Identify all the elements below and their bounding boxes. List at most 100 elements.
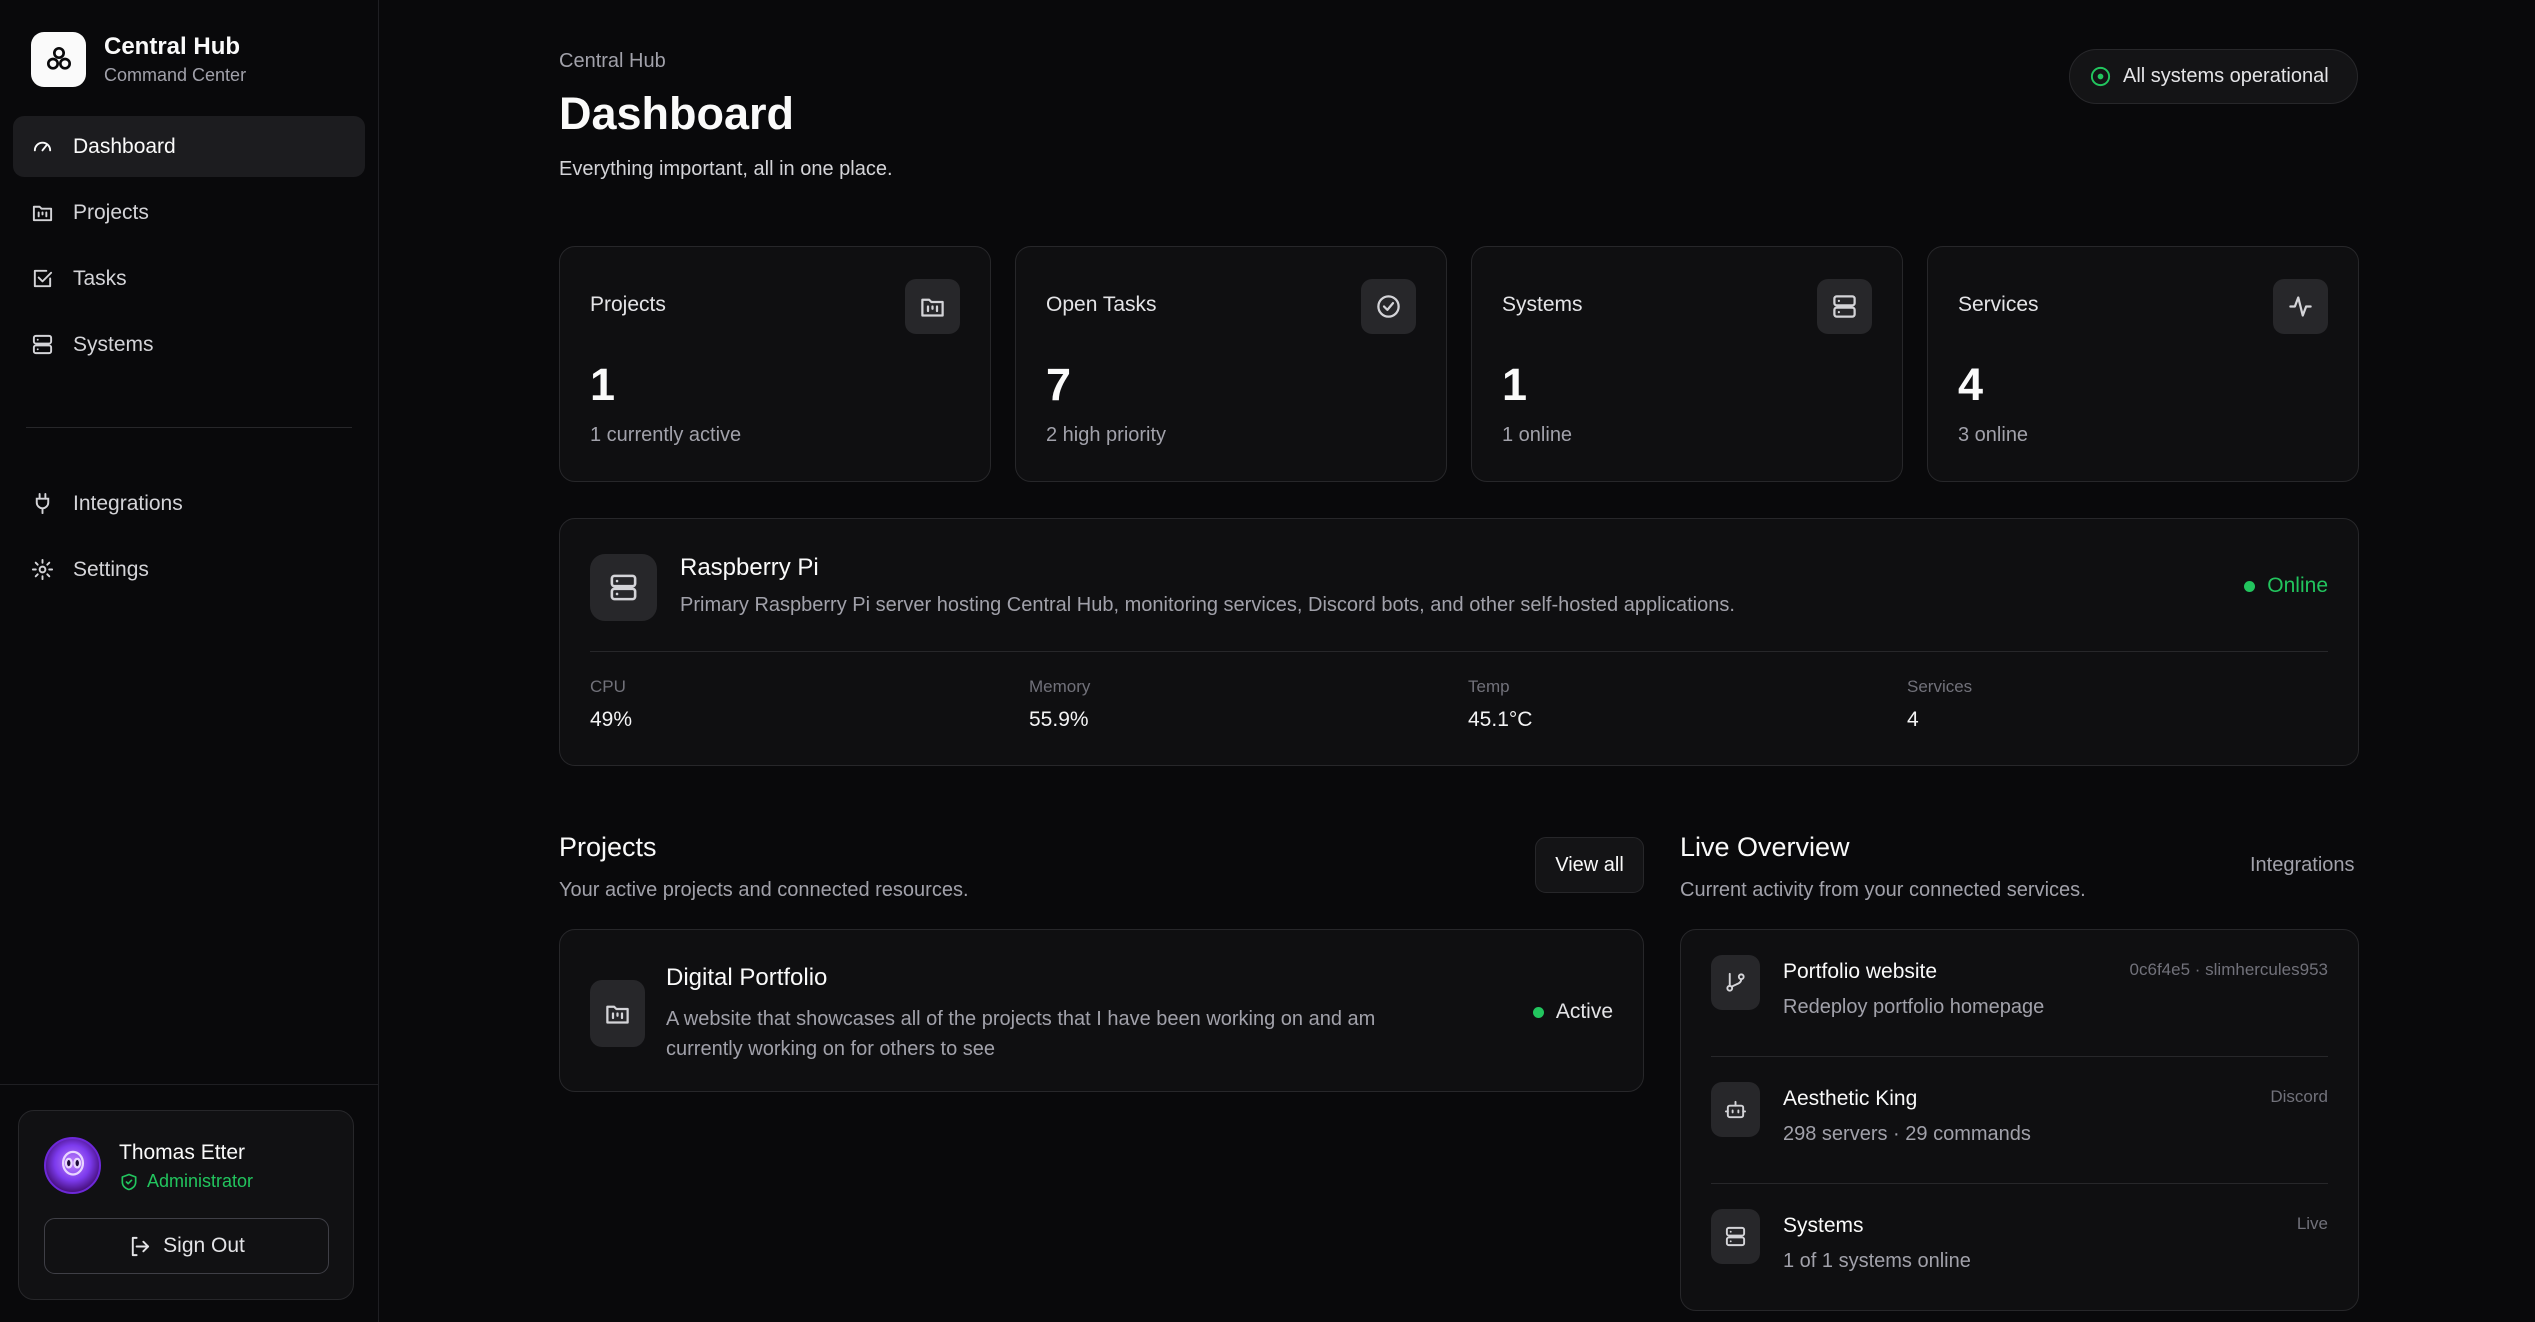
server-icon — [1711, 1209, 1760, 1264]
live-item-description: Redeploy portfolio homepage — [1783, 996, 2045, 1018]
sidebar-item-label: Tasks — [73, 266, 127, 290]
live-overview-title: Live Overview — [1680, 832, 1850, 862]
nav-divider — [26, 427, 352, 428]
live-item-description: 298 servers · 29 commands — [1783, 1123, 2031, 1145]
brand-logo-icon — [31, 31, 86, 87]
stat-card-systems[interactable]: Systems 1 1 online — [1471, 246, 1903, 482]
main-content: Central Hub Dashboard Everything importa… — [379, 0, 2535, 1322]
metric-label: Memory — [1029, 677, 1091, 696]
metric-value: 45.1°C — [1468, 708, 1533, 731]
system-title: Raspberry Pi — [680, 554, 819, 581]
user-role-label: Administrator — [147, 1171, 254, 1191]
activity-icon — [2273, 279, 2328, 334]
status-circle-icon — [2090, 66, 2111, 87]
system-status-badge[interactable]: All systems operational — [2069, 49, 2358, 104]
stat-label: Services — [1958, 293, 2039, 316]
gauge-icon — [33, 141, 52, 152]
metric-cpu: CPU 49% — [590, 677, 632, 732]
view-all-button[interactable]: View all — [1535, 837, 1644, 893]
stat-sub: 3 online — [1958, 424, 2029, 446]
projects-section-title: Projects — [559, 832, 657, 862]
sidebar-item-label: Dashboard — [73, 134, 176, 158]
status-dot-icon — [2244, 580, 2256, 592]
sign-out-button[interactable]: Sign Out — [44, 1218, 329, 1274]
folder-kanban-icon — [905, 279, 960, 334]
stat-value: 7 — [1046, 359, 1072, 410]
sidebar-item-systems[interactable]: Systems — [13, 314, 365, 375]
live-item-meta: Discord — [2270, 1087, 2328, 1106]
log-out-icon — [131, 1236, 150, 1256]
system-card-raspberry-pi[interactable]: Raspberry Pi Primary Raspberry Pi server… — [559, 518, 2359, 766]
system-description: Primary Raspberry Pi server hosting Cent… — [680, 594, 1735, 616]
stat-card-projects[interactable]: Projects 1 1 currently active — [559, 246, 991, 482]
projects-section-subtitle: Your active projects and connected resou… — [559, 879, 969, 901]
brand[interactable]: Central Hub Command Center — [0, 0, 378, 87]
sidebar-item-tasks[interactable]: Tasks — [13, 248, 365, 309]
metric-label: Temp — [1468, 677, 1510, 696]
live-item-aesthetic-king[interactable]: Aesthetic King 298 servers · 29 commands… — [1711, 1057, 2328, 1157]
server-icon — [32, 334, 53, 355]
live-item-description: 1 of 1 systems online — [1783, 1250, 1971, 1272]
metric-label: Services — [1907, 677, 1973, 696]
live-item-systems[interactable]: Systems 1 of 1 systems online Live — [1711, 1184, 2328, 1284]
server-icon — [590, 554, 657, 621]
integrations-link[interactable]: Integrations — [2250, 854, 2355, 877]
sidebar-item-label: Settings — [73, 557, 149, 581]
breadcrumb[interactable]: Central Hub — [559, 50, 666, 73]
bot-icon — [1711, 1082, 1760, 1137]
gear-icon — [31, 558, 54, 581]
sidebar-nav: Dashboard Projects Tasks Systems Integra… — [0, 116, 378, 600]
live-item-title: Aesthetic King — [1783, 1087, 1918, 1110]
stat-sub: 1 currently active — [590, 424, 742, 446]
status-badge: Active — [1532, 1000, 1613, 1024]
metric-value: 49% — [590, 708, 633, 731]
stat-label: Systems — [1502, 293, 1583, 316]
metric-value: 4 — [1907, 708, 1919, 731]
stat-card-open-tasks[interactable]: Open Tasks 7 2 high priority — [1015, 246, 1447, 482]
folder-kanban-icon — [32, 205, 53, 222]
stat-value: 4 — [1958, 359, 1984, 410]
sidebar-item-dashboard[interactable]: Dashboard — [13, 116, 365, 177]
page-title: Dashboard — [559, 88, 795, 139]
sidebar-item-label: Systems — [73, 332, 154, 356]
system-status-label: All systems operational — [2123, 65, 2329, 87]
square-check-icon — [33, 269, 53, 288]
metric-memory: Memory 55.9% — [1029, 677, 1090, 732]
plug-icon — [35, 492, 50, 515]
project-card-digital-portfolio[interactable]: Digital Portfolio A website that showcas… — [559, 929, 1644, 1092]
shield-check-icon — [121, 1173, 137, 1190]
live-item-title: Portfolio website — [1783, 960, 1938, 983]
status-label: Active — [1555, 1000, 1613, 1023]
folder-kanban-icon — [590, 980, 645, 1047]
page-subtitle: Everything important, all in one place. — [559, 158, 893, 180]
stat-value: 1 — [590, 359, 616, 410]
stat-label: Projects — [590, 293, 666, 316]
stat-value: 1 — [1502, 359, 1528, 410]
sidebar-item-projects[interactable]: Projects — [13, 182, 365, 243]
sidebar-item-integrations[interactable]: Integrations — [13, 473, 365, 534]
sidebar-item-settings[interactable]: Settings — [13, 539, 365, 600]
stat-sub: 2 high priority — [1046, 424, 1167, 446]
user-role: Administrator — [119, 1171, 253, 1192]
live-item-meta: 0c6f4e5 · slimhercules953 — [2129, 960, 2328, 979]
sidebar-item-label: Projects — [73, 200, 149, 224]
status-badge: Online — [2244, 574, 2328, 598]
live-item-title: Systems — [1783, 1214, 1864, 1237]
metric-value: 55.9% — [1029, 708, 1089, 731]
brand-subtitle: Command Center — [104, 65, 247, 85]
git-branch-icon — [1711, 955, 1760, 1010]
live-overview-card: Portfolio website Redeploy portfolio hom… — [1680, 929, 2359, 1311]
avatar[interactable] — [44, 1137, 101, 1194]
stat-label: Open Tasks — [1046, 293, 1157, 316]
user-section: Thomas Etter Administrator Sign Out — [0, 1084, 378, 1322]
app-shell: Central Hub Command Center Dashboard Pro… — [0, 0, 2535, 1322]
user-name: Thomas Etter — [119, 1141, 246, 1164]
live-item-portfolio-website[interactable]: Portfolio website Redeploy portfolio hom… — [1711, 930, 2328, 1030]
stat-card-services[interactable]: Services 4 3 online — [1927, 246, 2359, 482]
metric-temp: Temp 45.1°C — [1468, 677, 1532, 732]
circle-check-icon — [1361, 279, 1416, 334]
sidebar: Central Hub Command Center Dashboard Pro… — [0, 0, 379, 1322]
metric-services: Services 4 — [1907, 677, 1972, 732]
live-overview-subtitle: Current activity from your connected ser… — [1680, 879, 2086, 901]
live-item-meta: Live — [2296, 1214, 2328, 1233]
